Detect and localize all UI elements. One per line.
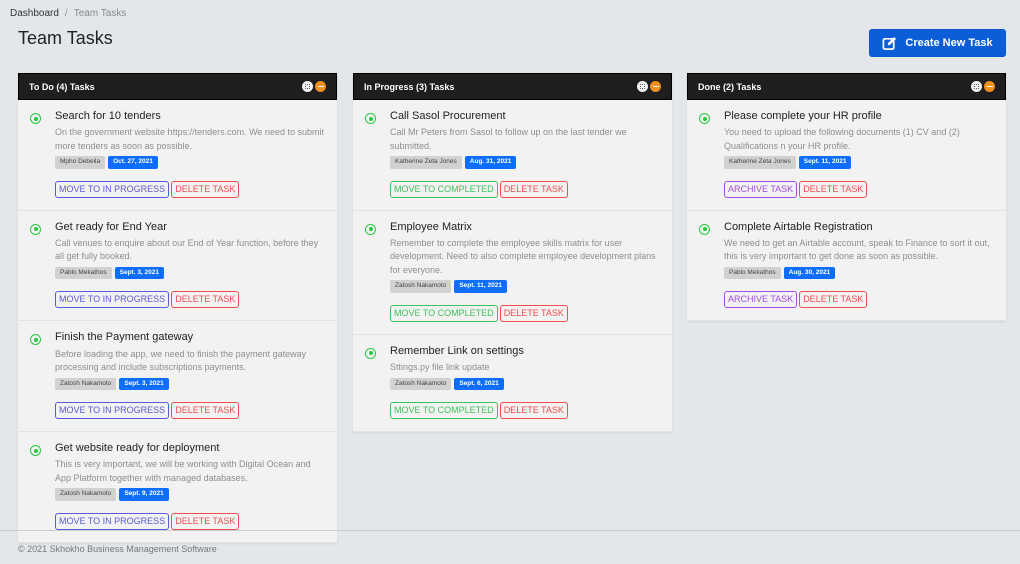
move-to-in-progress-button[interactable]: MOVE TO IN PROGRESS (55, 291, 170, 309)
task-title: Complete Airtable Registration (724, 220, 873, 233)
due-date-badge: Sept. 3, 2021 (114, 266, 165, 280)
due-date-badge: Sept. 11, 2021 (454, 280, 507, 293)
move-to-completed-button[interactable]: MOVE TO COMPLETED (390, 180, 498, 198)
column-title: Done (2) Tasks (698, 81, 762, 92)
column-title: In Progress (3) Tasks (364, 81, 455, 92)
delete-task-button[interactable]: DELETE TASK (171, 291, 240, 309)
assignee-badge: Pablo Mekathos (724, 266, 781, 280)
delete-task-button[interactable]: DELETE TASK (171, 402, 240, 420)
task-card: Employee Matrix Remember to complete the… (353, 211, 672, 335)
task-description: Remember to complete the employee skills… (390, 237, 656, 275)
collapse-icon[interactable] (315, 81, 326, 92)
assignee-badge: Zatosh Nakamoto (55, 488, 117, 501)
assignee-badge: Katherine Zeta Jones (724, 156, 796, 169)
assignee-badge: Zatosh Nakamoto (55, 377, 117, 391)
task-description: We need to get an Airtable account, spea… (724, 237, 990, 262)
delete-task-button[interactable]: DELETE TASK (799, 180, 868, 198)
move-to-in-progress-button[interactable]: MOVE TO IN PROGRESS (55, 402, 170, 420)
column-header: To Do (4) Tasks (18, 73, 337, 100)
breadcrumb-separator: / (64, 8, 68, 19)
column-header: Done (2) Tasks (687, 73, 1006, 100)
status-circle-icon (365, 347, 376, 359)
assignee-badge: Pablo Mekathos (55, 266, 112, 280)
task-description: Call Mr Peters from Sasol to follow up o… (390, 127, 627, 151)
collapse-icon[interactable] (650, 81, 661, 92)
status-circle-icon (30, 445, 41, 457)
footer: © 2021 Skhokho Business Management Softw… (0, 530, 1020, 564)
edit-icon (882, 36, 897, 50)
task-card: Complete Airtable Registration We need t… (687, 211, 1006, 322)
task-card: Finish the Payment gateway Before loadin… (18, 321, 337, 433)
delete-task-button[interactable]: DELETE TASK (799, 291, 868, 309)
delete-task-button[interactable]: DELETE TASK (171, 512, 240, 530)
due-date-badge: Oct. 27, 2021 (108, 156, 158, 169)
task-card: Get ready for End Year Call venues to en… (18, 211, 337, 322)
due-date-badge: Sept. 3, 2021 (119, 377, 169, 391)
task-description: On the government website https://tender… (55, 127, 324, 151)
expand-icon[interactable] (302, 81, 313, 92)
column-todo: To Do (4) Tasks Search for 10 tenders On… (18, 73, 337, 543)
task-title: Employee Matrix (390, 220, 472, 233)
status-circle-icon (30, 334, 41, 346)
task-card: Get website ready for deployment This is… (18, 432, 337, 543)
status-circle-icon (30, 223, 41, 235)
delete-task-button[interactable]: DELETE TASK (171, 180, 240, 198)
collapse-icon[interactable] (984, 81, 995, 92)
status-circle-icon (699, 113, 710, 124)
column-title: To Do (4) Tasks (29, 81, 95, 92)
task-description: Sttings.py file link update (390, 362, 490, 373)
task-title: Search for 10 tenders (55, 110, 161, 122)
page-title: Team Tasks (18, 28, 113, 48)
due-date-badge: Sept. 6, 2021 (454, 377, 504, 391)
breadcrumb: Dashboard / Team Tasks (10, 8, 126, 19)
delete-task-button[interactable]: DELETE TASK (499, 304, 568, 322)
task-title: Get website ready for deployment (55, 442, 220, 455)
task-card: Search for 10 tenders On the government … (18, 100, 337, 211)
column-done: Done (2) Tasks Please complete your HR p… (687, 73, 1006, 322)
footer-copyright: © 2021 Skhokho Business Management Softw… (18, 544, 217, 554)
task-card: Call Sasol Procurement Call Mr Peters fr… (353, 100, 672, 211)
due-date-badge: Aug. 31, 2021 (464, 156, 517, 169)
due-date-badge: Aug. 30, 2021 (783, 266, 836, 280)
column-in-progress: In Progress (3) Tasks Call Sasol Procure… (353, 73, 672, 433)
assignee-badge: Katherine Zeta Jones (390, 156, 462, 169)
delete-task-button[interactable]: DELETE TASK (499, 180, 568, 198)
task-title: Finish the Payment gateway (55, 331, 194, 344)
task-title: Get ready for End Year (55, 220, 167, 233)
assignee-badge: Zatosh Nakamoto (390, 280, 452, 293)
archive-task-button[interactable]: ARCHIVE TASK (724, 180, 798, 198)
status-circle-icon (365, 223, 376, 235)
status-circle-icon (30, 113, 41, 124)
task-description: You need to upload the following documen… (724, 127, 960, 151)
breadcrumb-current: Team Tasks (73, 8, 127, 19)
move-to-in-progress-button[interactable]: MOVE TO IN PROGRESS (55, 180, 170, 198)
move-to-in-progress-button[interactable]: MOVE TO IN PROGRESS (55, 512, 170, 530)
task-description: This is very important, we will be worki… (55, 459, 311, 483)
assignee-badge: Zatosh Nakamoto (390, 377, 452, 391)
move-to-completed-button[interactable]: MOVE TO COMPLETED (390, 304, 498, 322)
expand-icon[interactable] (637, 81, 648, 92)
column-header: In Progress (3) Tasks (353, 73, 672, 100)
move-to-completed-button[interactable]: MOVE TO COMPLETED (390, 402, 498, 420)
breadcrumb-dashboard-link[interactable]: Dashboard (10, 8, 59, 19)
task-card: Remember Link on settings Sttings.py fil… (353, 335, 672, 433)
due-date-badge: Sept. 11, 2021 (798, 156, 852, 169)
task-card: Please complete your HR profile You need… (687, 100, 1006, 211)
archive-task-button[interactable]: ARCHIVE TASK (724, 291, 798, 309)
due-date-badge: Sept. 9, 2021 (119, 488, 169, 501)
create-new-task-label: Create New Task (905, 37, 993, 49)
expand-icon[interactable] (971, 81, 982, 92)
status-circle-icon (365, 113, 376, 124)
task-title: Please complete your HR profile (724, 110, 882, 122)
task-title: Call Sasol Procurement (390, 110, 506, 122)
task-description: Before loading the app, we need to finis… (55, 348, 307, 373)
status-circle-icon (699, 223, 710, 235)
task-description: Call venues to enquire about our End of … (55, 237, 319, 262)
create-new-task-button[interactable]: Create New Task (869, 29, 1006, 57)
assignee-badge: Mpho Debeila (55, 156, 106, 169)
delete-task-button[interactable]: DELETE TASK (499, 402, 568, 420)
task-title: Remember Link on settings (390, 344, 524, 357)
